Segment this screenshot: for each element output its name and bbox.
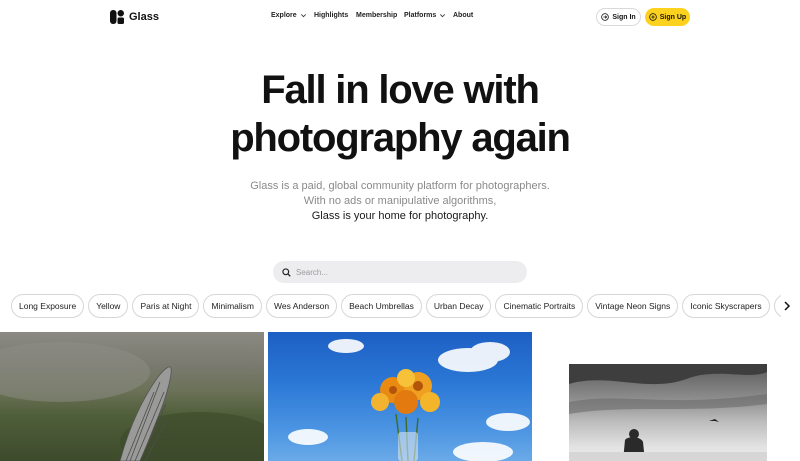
nav-item-label: About bbox=[453, 12, 474, 19]
topic-chip[interactable]: Iconic Skyscrapers bbox=[682, 294, 770, 318]
brand-logo[interactable]: Glass bbox=[110, 10, 159, 24]
topic-chip[interactable]: Minimalism bbox=[203, 294, 262, 318]
nav-item-highlights[interactable]: Highlights bbox=[314, 12, 356, 19]
hero-title-line: Fall in love with bbox=[261, 68, 540, 112]
nav-item-platforms[interactable]: Platforms bbox=[404, 12, 453, 19]
topic-chip[interactable]: Urban Decay bbox=[425, 294, 492, 318]
topic-chip[interactable]: Long Exposure bbox=[11, 294, 85, 318]
sign-up-label: Sign Up bbox=[659, 13, 687, 21]
search-bar[interactable] bbox=[273, 261, 527, 283]
topic-chip[interactable]: Vintage Neon Signs bbox=[587, 294, 679, 318]
chevron-right-icon[interactable] bbox=[781, 300, 793, 312]
nav-item-label: Membership bbox=[356, 12, 398, 19]
topic-chip[interactable]: Wes Anderson bbox=[265, 294, 338, 318]
search-input[interactable] bbox=[296, 267, 506, 277]
topic-chip[interactable]: Abstract Co bbox=[773, 294, 781, 318]
arrow-circle-icon bbox=[601, 13, 610, 21]
sign-up-button[interactable]: Sign Up bbox=[645, 8, 690, 26]
topic-chip[interactable]: Paris at Night bbox=[132, 294, 200, 318]
bird-wing-image bbox=[0, 342, 264, 461]
nav-item-explore[interactable]: Explore bbox=[271, 12, 314, 19]
topic-chip[interactable]: Yellow bbox=[88, 294, 129, 318]
main-nav: Explore Highlights Membership Platforms … bbox=[271, 12, 477, 19]
photo-bird-wing[interactable] bbox=[0, 332, 264, 461]
photo-flowers[interactable] bbox=[268, 332, 532, 461]
nav-item-label: Platforms bbox=[404, 12, 437, 19]
site-header: Glass Explore Highlights Membership Plat… bbox=[0, 0, 800, 36]
topic-chip[interactable]: Cinematic Portraits bbox=[495, 294, 584, 318]
seaside-figure-image bbox=[569, 364, 767, 461]
nav-item-about[interactable]: About bbox=[453, 12, 477, 19]
chevron-down-icon bbox=[300, 14, 306, 18]
orange-flowers-image bbox=[288, 339, 530, 461]
sign-in-label: Sign In bbox=[612, 13, 636, 21]
hero-subtitle-line: Glass is your home for photography. bbox=[311, 210, 489, 222]
chevron-down-icon bbox=[440, 14, 446, 18]
nav-item-label: Highlights bbox=[314, 12, 349, 19]
hero-subtitle-line: With no ads or manipulative algorithms, bbox=[303, 195, 497, 207]
search-icon bbox=[282, 267, 291, 277]
brand-name: Glass bbox=[129, 11, 159, 23]
nav-item-label: Explore bbox=[271, 12, 297, 19]
hero-subtitle: Glass is a paid, global community platfo… bbox=[0, 179, 800, 224]
nav-item-membership[interactable]: Membership bbox=[356, 12, 404, 19]
glass-logo-icon bbox=[110, 10, 124, 24]
sign-in-button[interactable]: Sign In bbox=[596, 8, 641, 26]
hero-subtitle-line: Glass is a paid, global community platfo… bbox=[250, 180, 550, 192]
hero-title: Fall in love with photography again bbox=[0, 66, 800, 162]
topic-chips: Long Exposure Yellow Paris at Night Minimal… bbox=[11, 294, 781, 318]
topic-chip[interactable]: Beach Umbrellas bbox=[341, 294, 422, 318]
photo-seaside[interactable] bbox=[569, 364, 767, 461]
hero-title-line: photography again bbox=[230, 116, 571, 160]
plus-circle-icon bbox=[649, 13, 657, 21]
